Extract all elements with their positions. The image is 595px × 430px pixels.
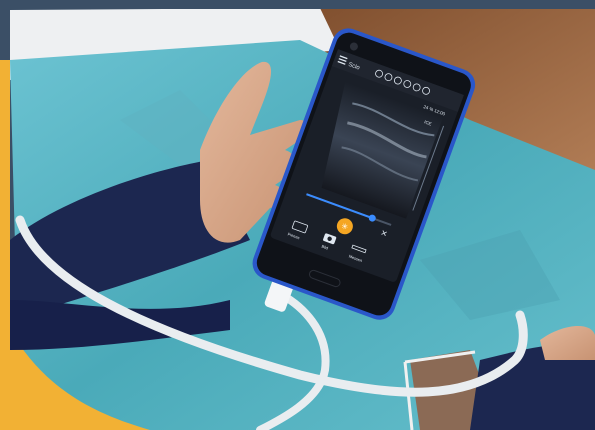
photo-scene: Scio 24 % 12:00 ICE ✳ ✕ Freeze Bild Mess… bbox=[0, 0, 595, 430]
frame-top bbox=[0, 0, 595, 9]
